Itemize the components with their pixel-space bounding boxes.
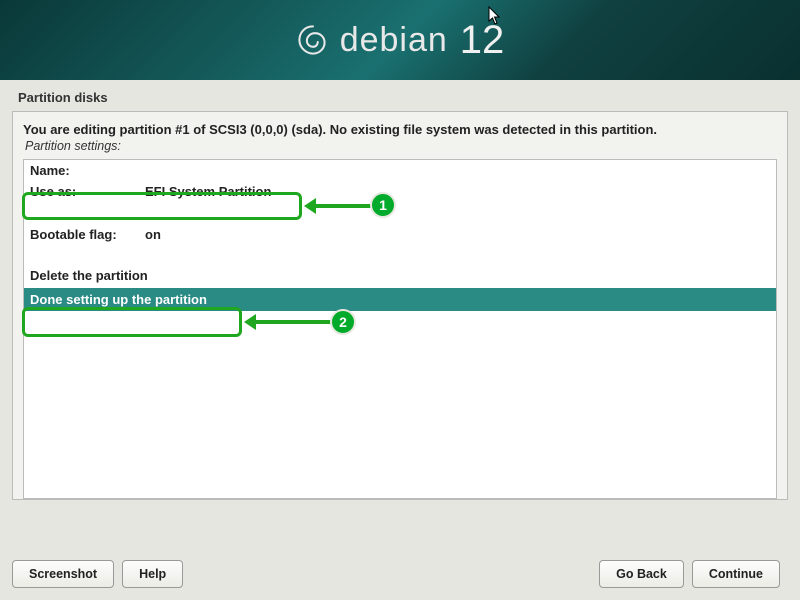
footer-bar: Screenshot Help Go Back Continue: [0, 548, 800, 600]
name-label: Name:: [30, 163, 145, 178]
sub-instruction: Partition settings:: [23, 139, 777, 159]
use-as-value: EFI System Partition: [145, 184, 770, 199]
brand-version: 12: [460, 18, 505, 63]
setting-name-row[interactable]: Name:: [24, 160, 776, 181]
setting-bootable-row[interactable]: Bootable flag: on: [24, 224, 776, 245]
screenshot-button[interactable]: Screenshot: [12, 560, 114, 588]
setting-use-as-row[interactable]: Use as: EFI System Partition: [24, 181, 776, 202]
continue-button[interactable]: Continue: [692, 560, 780, 588]
delete-label: Delete the partition: [30, 268, 148, 283]
boot-label: Bootable flag:: [30, 227, 145, 242]
partition-settings-list: Name: Use as: EFI System Partition Boota…: [23, 159, 777, 499]
boot-value: on: [145, 227, 770, 242]
instruction-text: You are editing partition #1 of SCSI3 (0…: [23, 122, 777, 139]
done-setting-up-row[interactable]: Done setting up the partition: [24, 288, 776, 311]
partition-panel: You are editing partition #1 of SCSI3 (0…: [12, 111, 788, 500]
go-back-button[interactable]: Go Back: [599, 560, 684, 588]
page-title: Partition disks: [0, 80, 800, 111]
help-button[interactable]: Help: [122, 560, 183, 588]
installer-header: debian 12: [0, 0, 800, 80]
use-as-label: Use as:: [30, 184, 145, 199]
delete-partition-row[interactable]: Delete the partition: [24, 265, 776, 286]
spacer: [24, 202, 776, 224]
debian-swirl-icon: [296, 23, 330, 57]
brand-name: debian: [340, 21, 448, 60]
done-label: Done setting up the partition: [30, 292, 207, 307]
